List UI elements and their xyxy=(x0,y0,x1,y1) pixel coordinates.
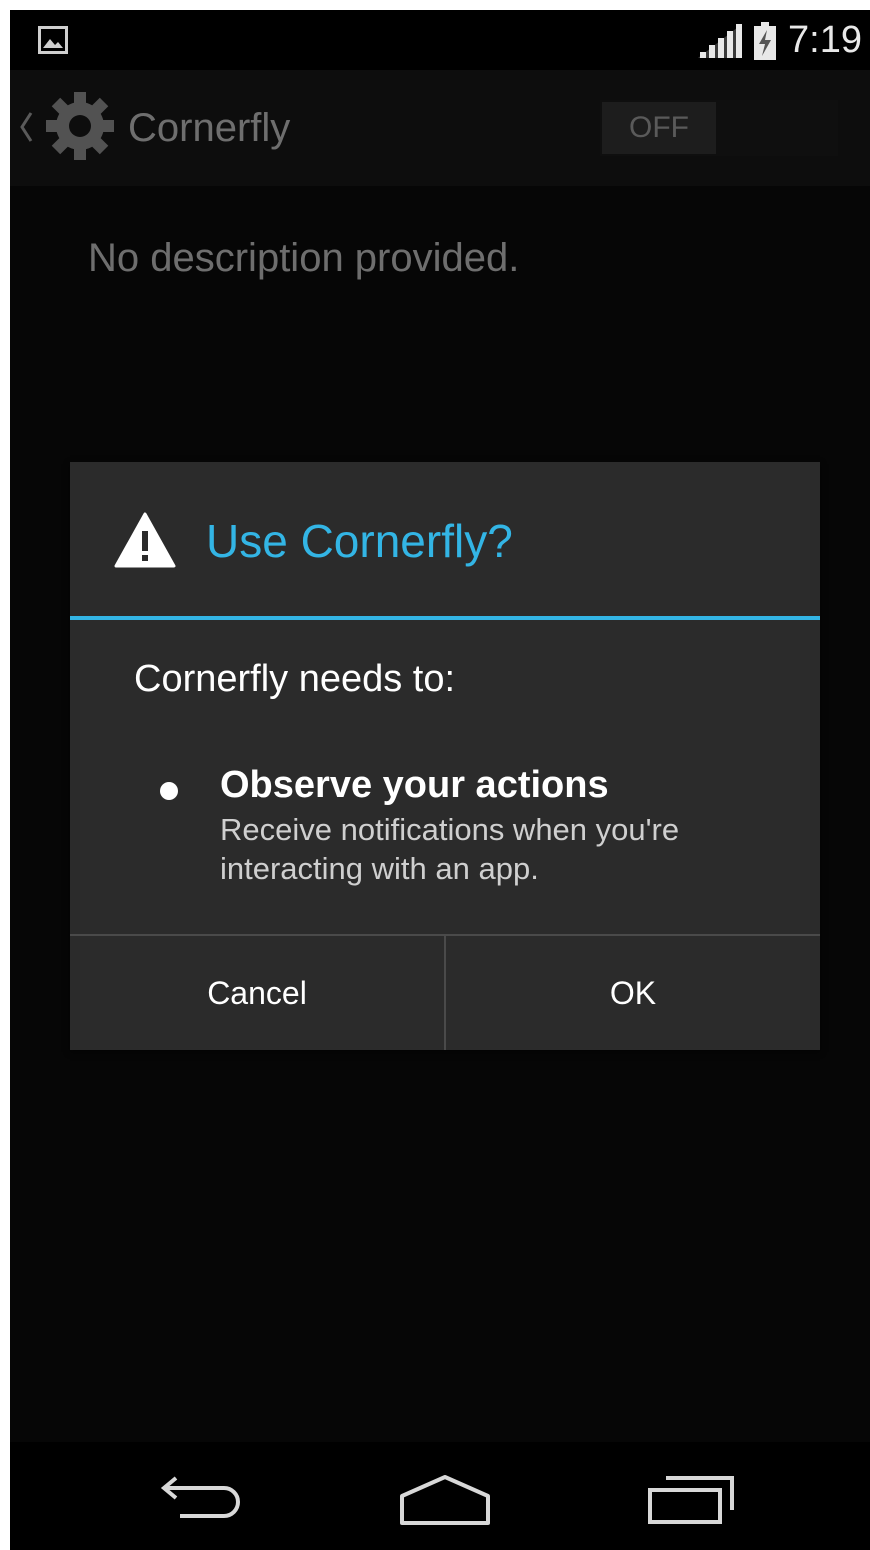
service-description: No description provided. xyxy=(88,236,520,280)
dialog-title: Use Cornerfly? xyxy=(206,515,513,567)
permission-dialog: Use Cornerfly? Cornerfly needs to: Obser… xyxy=(70,462,820,1050)
gear-icon xyxy=(46,92,114,160)
phone-screen: 7:19 Cornerfly OFF No description provid… xyxy=(10,10,870,1550)
dialog-title-divider xyxy=(70,616,820,620)
dialog-header: Use Cornerfly? xyxy=(70,462,820,616)
image-notification-icon xyxy=(38,26,68,54)
signal-icon xyxy=(698,24,742,58)
warning-icon xyxy=(114,512,176,568)
toggle-thumb-label[interactable]: OFF xyxy=(602,102,716,154)
battery-charging-icon xyxy=(754,22,776,60)
cancel-button[interactable]: Cancel xyxy=(70,936,444,1050)
permission-description: Receive notifications when you're intera… xyxy=(220,812,680,886)
permissions-intro: Cornerfly needs to: xyxy=(134,658,456,700)
permission-title: Observe your actions xyxy=(220,764,609,806)
status-time: 7:19 xyxy=(788,19,862,61)
action-bar-title: Cornerfly xyxy=(128,106,291,150)
recents-icon[interactable] xyxy=(646,1474,736,1526)
ok-button[interactable]: OK xyxy=(446,936,820,1050)
bullet-icon xyxy=(160,782,178,800)
home-icon[interactable] xyxy=(398,1474,492,1526)
back-icon[interactable] xyxy=(160,1474,244,1522)
up-caret-icon[interactable] xyxy=(18,110,34,144)
